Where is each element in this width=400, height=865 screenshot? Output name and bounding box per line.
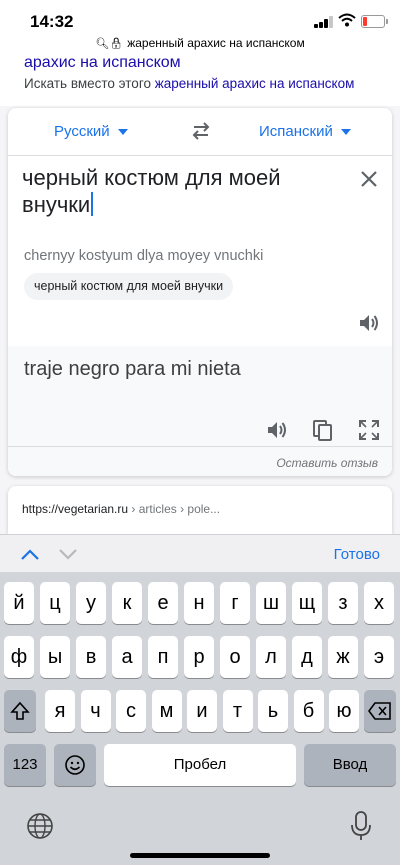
key-letter[interactable]: щ bbox=[292, 582, 322, 624]
emoji-icon[interactable] bbox=[54, 744, 96, 786]
swap-languages-icon[interactable] bbox=[190, 120, 212, 142]
key-letter[interactable]: и bbox=[187, 690, 217, 732]
key-letter[interactable]: б bbox=[293, 690, 324, 732]
source-text-line2: внучки bbox=[22, 192, 91, 217]
key-letter[interactable]: х bbox=[364, 582, 394, 624]
numbers-key[interactable]: 123 bbox=[4, 744, 46, 786]
speaker-icon[interactable] bbox=[358, 313, 380, 333]
target-language-label: Испанский bbox=[259, 123, 333, 140]
status-time: 14:32 bbox=[30, 12, 74, 31]
key-letter[interactable]: ю bbox=[329, 690, 359, 732]
key-letter[interactable]: ь bbox=[258, 690, 288, 732]
key-letter[interactable]: о bbox=[220, 636, 250, 678]
key-letter[interactable]: с bbox=[116, 690, 146, 732]
key-letter[interactable]: ф bbox=[4, 636, 34, 678]
chevron-down-icon[interactable] bbox=[58, 547, 78, 561]
divider bbox=[8, 446, 392, 447]
key-letter[interactable]: ж bbox=[328, 636, 358, 678]
text-cursor bbox=[91, 192, 94, 216]
search-instead-label: Искать вместо этого bbox=[24, 76, 151, 91]
copy-icon[interactable] bbox=[312, 419, 334, 441]
chevron-up-icon[interactable] bbox=[20, 547, 40, 561]
globe-icon[interactable] bbox=[26, 812, 54, 840]
key-letter[interactable]: д bbox=[292, 636, 322, 678]
key-letter[interactable]: в bbox=[76, 636, 106, 678]
search-instead: Искать вместо этого жаренный арахис на и… bbox=[24, 76, 354, 91]
result-link-partial[interactable]: арахис на испанском bbox=[24, 54, 181, 72]
home-indicator bbox=[130, 853, 270, 858]
key-letter[interactable]: а bbox=[112, 636, 142, 678]
search-instead-link[interactable]: жаренный арахис на испанском bbox=[155, 76, 355, 91]
space-key[interactable]: Пробел bbox=[104, 744, 296, 786]
key-letter[interactable]: н bbox=[184, 582, 214, 624]
key-letter[interactable]: м bbox=[151, 690, 182, 732]
chevron-down-icon bbox=[340, 129, 351, 136]
status-bar: 14:32 bbox=[0, 0, 400, 36]
key-letter[interactable]: ц bbox=[40, 582, 70, 624]
close-icon[interactable] bbox=[358, 168, 380, 190]
transliteration-text: chernyy kostyum dlya moyey vnuchki bbox=[24, 248, 264, 264]
url-text: жаренный арахис на испанском bbox=[127, 36, 305, 50]
chevron-down-icon bbox=[117, 129, 128, 136]
result-url: https://vegetarian.ru › articles › pole.… bbox=[22, 502, 220, 516]
source-language-label: Русский bbox=[54, 123, 110, 140]
battery-icon bbox=[361, 15, 388, 28]
keyboard: йцукенгшщзх фывапролджэ ячсмитьбю 123 Пр… bbox=[0, 572, 400, 865]
key-letter[interactable]: й bbox=[4, 582, 34, 624]
fullscreen-icon[interactable] bbox=[358, 419, 380, 441]
key-letter[interactable]: п bbox=[148, 636, 178, 678]
source-text-input[interactable]: черный костюм для моей внучки bbox=[22, 164, 352, 218]
translate-card: Русский Испанский черный костюм для моей… bbox=[8, 108, 392, 476]
key-letter[interactable]: я bbox=[45, 690, 75, 732]
result-path: › articles › pole... bbox=[128, 502, 221, 516]
key-letter[interactable]: р bbox=[184, 636, 214, 678]
search-lock-icon: 🔍︎🔒︎ bbox=[95, 38, 124, 50]
speaker-icon[interactable] bbox=[266, 420, 288, 440]
translation-output: traje negro para mi nieta Оставить отзыв bbox=[8, 346, 392, 476]
enter-key[interactable]: Ввод bbox=[304, 744, 396, 786]
microphone-icon[interactable] bbox=[350, 810, 372, 842]
backspace-icon[interactable] bbox=[364, 690, 396, 732]
suggestion-chip[interactable]: черный костюм для моей внучки bbox=[24, 273, 234, 300]
keyboard-accessory-bar: Готово bbox=[0, 534, 400, 573]
key-letter[interactable]: э bbox=[364, 636, 394, 678]
search-result[interactable]: https://vegetarian.ru › articles › pole.… bbox=[8, 486, 392, 534]
target-language-select[interactable]: Испанский bbox=[259, 123, 351, 140]
done-button[interactable]: Готово bbox=[334, 546, 380, 563]
wifi-icon bbox=[338, 13, 356, 27]
source-language-select[interactable]: Русский bbox=[54, 123, 128, 140]
shift-icon[interactable] bbox=[4, 690, 36, 732]
key-letter[interactable]: к bbox=[112, 582, 142, 624]
feedback-link[interactable]: Оставить отзыв bbox=[276, 456, 378, 470]
search-page-top: арахис на испанском Искать вместо этого … bbox=[0, 54, 400, 106]
source-text-line1: черный костюм для моей bbox=[22, 165, 281, 190]
cellular-signal-icon bbox=[314, 16, 334, 28]
key-letter[interactable]: е bbox=[148, 582, 178, 624]
key-letter[interactable]: з bbox=[328, 582, 358, 624]
key-letter[interactable]: г bbox=[220, 582, 250, 624]
key-letter[interactable]: л bbox=[256, 636, 286, 678]
result-site: https://vegetarian.ru bbox=[22, 502, 129, 516]
language-row: Русский Испанский bbox=[8, 108, 392, 155]
key-letter[interactable]: т bbox=[222, 690, 253, 732]
divider bbox=[8, 155, 392, 156]
key-letter[interactable]: ч bbox=[80, 690, 111, 732]
key-letter[interactable]: ш bbox=[256, 582, 286, 624]
key-letter[interactable]: у bbox=[76, 582, 106, 624]
key-letter[interactable]: ы bbox=[40, 636, 70, 678]
translation-text: traje negro para mi nieta bbox=[24, 358, 241, 380]
